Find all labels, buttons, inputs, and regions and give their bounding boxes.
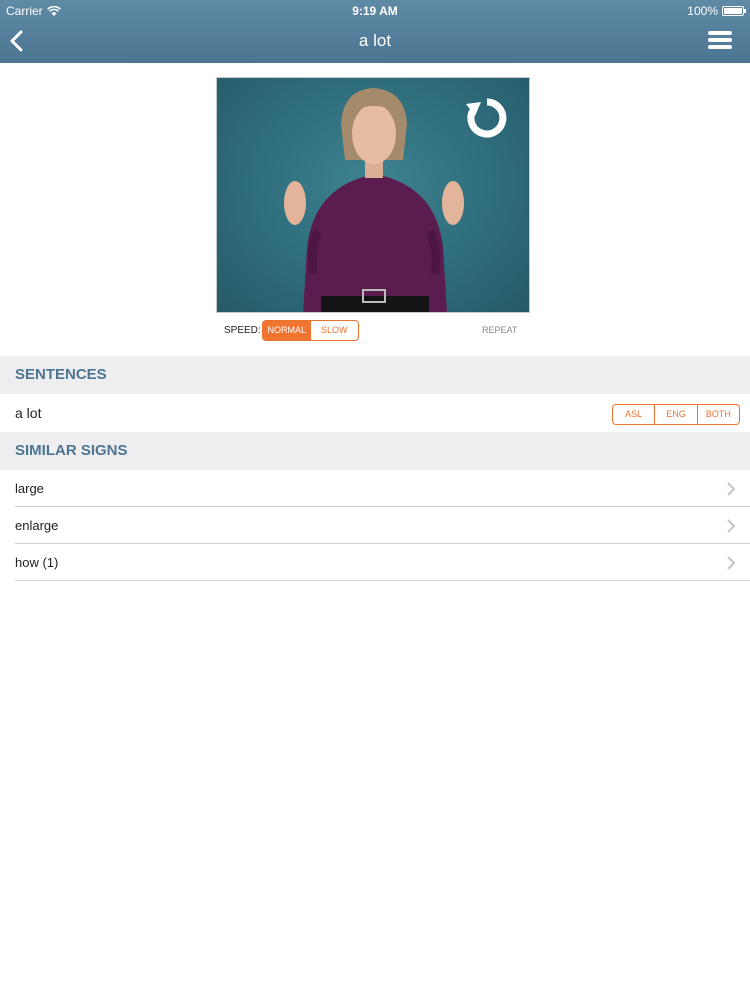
chevron-right-icon (727, 519, 736, 533)
chevron-right-icon (727, 482, 736, 496)
repeat-button[interactable]: REPEAT (482, 325, 517, 335)
asl-button[interactable]: ASL (613, 405, 656, 424)
battery-icon (722, 6, 746, 16)
sentence-text: a lot (15, 405, 42, 421)
page-title: a lot (358, 31, 392, 50)
speed-toggle: NORMAL SLOW (262, 320, 359, 341)
speed-slow-button[interactable]: SLOW (311, 321, 359, 340)
nav-bar: a lot (0, 22, 750, 63)
language-toggle: ASL ENG BOTH (612, 404, 740, 425)
eng-button[interactable]: ENG (655, 405, 698, 424)
sentence-row: a lot ASL ENG BOTH (0, 394, 750, 432)
both-button[interactable]: BOTH (698, 405, 739, 424)
list-item[interactable]: large (15, 470, 750, 507)
sign-video-player[interactable] (216, 77, 530, 313)
list-item[interactable]: enlarge (15, 507, 750, 544)
hamburger-menu-icon (708, 31, 732, 49)
status-time: 9:19 AM (352, 4, 398, 18)
replay-icon[interactable] (463, 94, 511, 142)
sentences-header: SENTENCES (0, 356, 750, 394)
similar-signs-header: SIMILAR SIGNS (0, 432, 750, 470)
status-bar: Carrier 9:19 AM 100% (0, 0, 750, 22)
status-battery: 100% (687, 0, 746, 22)
speed-normal-button[interactable]: NORMAL (263, 321, 311, 340)
menu-button[interactable] (708, 31, 732, 51)
speed-controls: SPEED: NORMAL SLOW REPEAT (0, 320, 750, 342)
list-item[interactable]: how (1) (15, 544, 750, 581)
similar-signs-list: large enlarge how (1) (0, 470, 750, 581)
chevron-right-icon (727, 556, 736, 570)
top-bar: Carrier 9:19 AM 100% a lot (0, 0, 750, 63)
list-item-label: enlarge (15, 518, 59, 533)
list-item-label: how (1) (15, 555, 59, 570)
battery-percent: 100% (687, 4, 718, 18)
speed-label: SPEED: (224, 325, 261, 336)
list-item-label: large (15, 481, 44, 496)
